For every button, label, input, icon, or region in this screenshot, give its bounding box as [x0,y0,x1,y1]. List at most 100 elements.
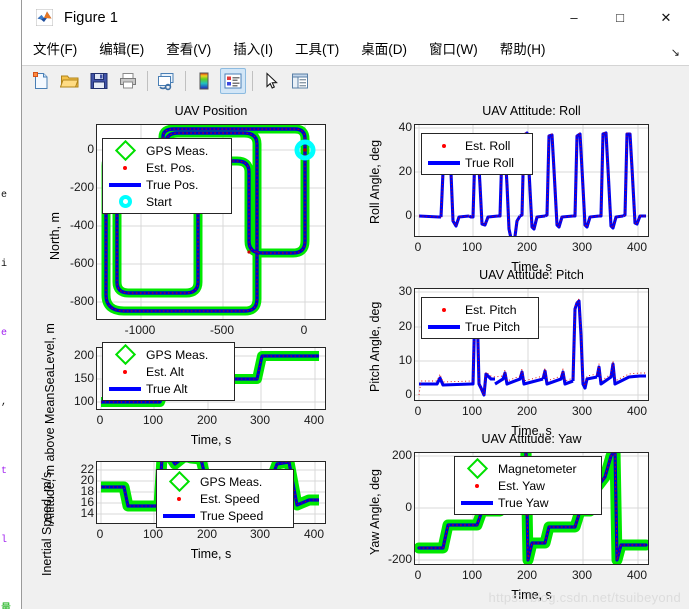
menu-bar: 文件(F) 编辑(E) 查看(V) 插入(I) 工具(T) 桌面(D) 窗口(W… [22,35,689,65]
menu-help[interactable]: 帮助(H) [489,35,557,64]
toolbar-separator-2 [185,71,186,91]
axes-uav-altitude[interactable]: 200 150 100 0 100 200 300 400 Time, s Al… [43,323,326,524]
line-marker-icon [426,154,462,171]
legend-entry-true-speed: True Speed [161,507,288,524]
property-inspector-icon[interactable] [287,68,313,94]
legend-entry-est-roll: Est. Roll [426,137,527,154]
axes-uav-position[interactable]: UAV Position 0 -200 -400 -600 -800 -1000… [48,104,326,357]
xtick-yaw-200: 200 [516,568,538,582]
legend-icon[interactable] [220,68,246,94]
axes-uav-speed[interactable]: 22 20 18 16 14 0 100 200 300 400 Time, s… [40,461,326,576]
legend-entry-true-yaw: True Yaw [459,494,596,511]
legend-entry-est-speed: Est. Speed [161,490,288,507]
figure-window: Figure 1 – □ ✕ 文件(F) 编辑(E) 查看(V) 插入(I) 工… [21,0,689,609]
line-marker-icon [107,380,143,397]
xtick-roll-100: 100 [461,240,483,254]
xlabel-yaw: Time, s [511,588,552,602]
legend-entry-mag: Magnetometer [459,457,596,480]
xtick-roll-200: 200 [516,240,538,254]
xtick-yaw-400: 400 [626,568,648,582]
legend-label-true-alt: True Alt [146,381,188,396]
menu-window[interactable]: 窗口(W) [418,35,489,64]
ytick-yaw-200: 200 [391,448,412,462]
legend-label-true-pitch: True Pitch [465,319,521,334]
legend-speed[interactable]: GPS Meas. Est. Speed True Speed [156,469,294,528]
minimize-button[interactable]: – [551,0,597,35]
legend-label-est: Est. Pos. [146,160,195,175]
legend-altitude[interactable]: GPS Meas. Est. Alt True Alt [102,342,235,401]
legend-label-true-roll: True Roll [465,155,514,170]
ylabel-speed: Inertial Speed, m/s [40,471,54,576]
ring-marker-icon [107,193,143,210]
legend-label-est-roll: Est. Roll [465,138,511,153]
line-marker-icon [426,318,462,335]
new-figure-icon[interactable] [28,68,54,94]
xtick-speed-0: 0 [96,527,104,541]
xtick-altitude-100: 100 [142,413,164,427]
menu-edit[interactable]: 编辑(E) [88,35,155,64]
axes-title-roll: UAV Attitude: Roll [482,104,581,118]
menu-desktop[interactable]: 桌面(D) [350,35,418,64]
legend-pitch[interactable]: Est. Pitch True Pitch [421,297,539,339]
xtick-pitch-0: 0 [414,404,422,418]
xtick-position-m500: -500 [209,323,235,337]
axes-title-pitch: UAV Attitude: Pitch [479,268,584,282]
maximize-button[interactable]: □ [597,0,643,35]
menu-insert[interactable]: 插入(I) [222,35,284,64]
open-file-icon[interactable] [57,68,83,94]
xtick-altitude-300: 300 [249,413,271,427]
ylabel-position: North, m [48,212,62,260]
axes-title-position: UAV Position [174,104,248,118]
legend-label-gps-alt: GPS Meas. [146,347,209,362]
legend-position[interactable]: GPS Meas. Est. Pos. True Pos. Start [102,138,232,214]
xlabel-speed: Time, s [190,547,232,561]
axes-uav-pitch[interactable]: UAV Attitude: Pitch 30 20 10 0 0 100 200… [368,268,649,438]
legend-entry-est-pitch: Est. Pitch [426,301,533,318]
menu-view[interactable]: 查看(V) [155,35,222,64]
diamond-marker-icon [459,457,495,480]
xlabel-altitude: Time, s [190,433,232,447]
legend-entry-gps-speed: GPS Meas. [161,470,288,493]
ytick-position-m200: -200 [69,180,94,194]
print-figure-icon[interactable] [115,68,141,94]
legend-label-est-yaw: Est. Yaw [498,478,545,493]
ylabel-yaw: Yaw Angle, deg [368,469,382,555]
ytick-roll-40: 40 [398,120,412,134]
menu-file[interactable]: 文件(F) [22,35,88,64]
legend-entry-gps-alt: GPS Meas. [107,343,229,366]
legend-label-est-pitch: Est. Pitch [465,302,517,317]
axes-title-yaw: UAV Attitude: Yaw [481,432,582,446]
diamond-marker-icon [161,470,197,493]
figure-toolbar [22,65,689,97]
colorbar-icon[interactable] [191,68,217,94]
ytick-pitch-30: 30 [398,284,412,298]
background-code-editor: e i e , t l 量 e i e , t t 量 [0,0,22,609]
xtick-altitude-400: 400 [303,413,325,427]
save-figure-icon[interactable] [86,68,112,94]
ylabel-roll: Roll Angle, deg [368,139,382,224]
legend-label-gps: GPS Meas. [146,143,209,158]
window-title: Figure 1 [64,9,118,26]
xtick-pitch-200: 200 [516,404,538,418]
edit-plot-arrow-icon[interactable] [258,68,284,94]
legend-label-start: Start [146,194,172,209]
legend-label-est-speed: Est. Speed [200,491,260,506]
xtick-yaw-0: 0 [414,568,422,582]
legend-roll[interactable]: Est. Roll True Roll [421,133,533,175]
legend-entry-true-pitch: True Pitch [426,318,533,335]
axes-uav-roll[interactable]: UAV Attitude: Roll 40 20 0 0 100 200 300… [368,104,649,274]
menu-overflow-icon[interactable]: ↘ [671,46,680,59]
diamond-marker-icon [107,139,143,162]
axes-uav-yaw[interactable]: UAV Attitude: Yaw 200 0 -200 0 100 200 3… [368,432,649,602]
close-button[interactable]: ✕ [643,0,689,35]
legend-yaw[interactable]: Magnetometer Est. Yaw True Yaw [454,456,602,515]
xtick-speed-400: 400 [303,527,325,541]
xtick-position-m1000: -1000 [124,323,156,337]
menu-tools[interactable]: 工具(T) [284,35,350,64]
link-plot-icon[interactable] [153,68,179,94]
legend-label-true: True Pos. [146,177,199,192]
figure-canvas: UAV Position 0 -200 -400 -600 -800 -1000… [22,95,689,609]
xtick-pitch-100: 100 [461,404,483,418]
xtick-pitch-300: 300 [571,404,593,418]
legend-entry-est-yaw: Est. Yaw [459,477,596,494]
